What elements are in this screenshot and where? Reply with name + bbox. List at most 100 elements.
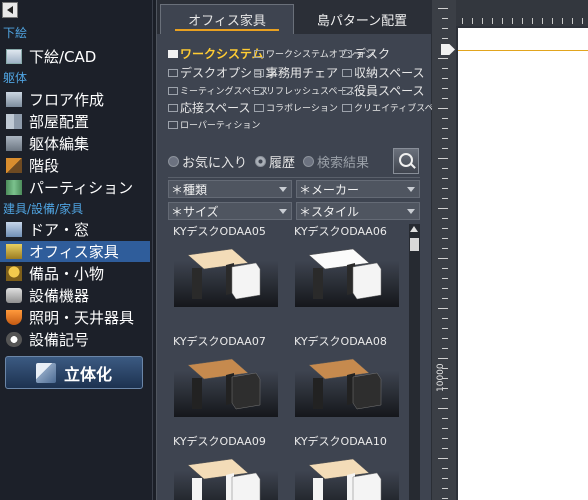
scroll-up-icon[interactable]	[410, 226, 418, 232]
ruler-tick	[438, 208, 448, 209]
folder-icon	[168, 103, 178, 112]
sidebar-item-label: 階段	[29, 157, 60, 175]
category-desk[interactable]: デスク	[342, 45, 390, 62]
history-filter[interactable]: 履歴	[255, 152, 295, 171]
ruler-tick	[438, 108, 448, 109]
floor-icon	[6, 92, 22, 107]
search-results-filter[interactable]: 検索結果	[303, 152, 369, 171]
ruler-tick	[442, 78, 448, 79]
goods-icon	[6, 266, 22, 281]
category-low-partition[interactable]: ローパーティション	[168, 118, 260, 131]
product-card[interactable]: KYデスクODAA05	[168, 224, 286, 307]
folder-icon	[168, 86, 178, 95]
product-card[interactable]: KYデスクODAA06	[289, 224, 407, 307]
sidebar-item-label: 設備機器	[29, 287, 90, 305]
sidebar-item-label: 照明・天井器具	[29, 309, 135, 327]
category-executive[interactable]: 役員スペース	[342, 82, 425, 99]
frame-edit-icon	[6, 136, 22, 151]
category-storage[interactable]: 収納スペース	[342, 64, 425, 81]
product-thumbnail	[295, 351, 399, 417]
sidebar-item-stairs[interactable]: 階段	[0, 155, 150, 176]
sidebar-item-label: 下絵/CAD	[29, 48, 97, 66]
style-dropdown[interactable]: ＊スタイル	[296, 202, 420, 220]
product-card[interactable]: KYデスクODAA07	[168, 334, 286, 417]
sidebar-item-equipment[interactable]: 設備機器	[0, 285, 150, 306]
sidebar-item-label: フロア作成	[29, 91, 105, 109]
scroll-thumb[interactable]	[410, 238, 419, 251]
category-refresh[interactable]: リフレッシュスペース	[254, 84, 355, 97]
ruler-tick	[442, 88, 448, 89]
category-work-system[interactable]: ワークシステム	[168, 45, 264, 62]
ruler-tick	[442, 498, 448, 499]
render-3d-button[interactable]: 立体化	[5, 356, 143, 389]
category-office-chair[interactable]: 事務用チェア	[254, 64, 338, 81]
collapse-sidebar-button[interactable]	[2, 2, 18, 18]
left-sidebar: 下絵 下絵/CAD 躯体 フロア作成 部屋配置 躯体編集 階段 パーティション …	[0, 0, 153, 500]
product-scrollbar[interactable]	[409, 224, 420, 500]
product-thumbnail	[295, 241, 399, 307]
clock-icon	[255, 155, 267, 167]
ceiling-light-icon	[6, 310, 22, 325]
sidebar-item-floor[interactable]: フロア作成	[0, 89, 150, 110]
sidebar-item-cad[interactable]: 下絵/CAD	[0, 46, 150, 67]
render-3d-label: 立体化	[63, 364, 112, 384]
folder-icon	[342, 68, 352, 77]
maker-dropdown[interactable]: ＊メーカー	[296, 180, 420, 198]
sidebar-item-room[interactable]: 部屋配置	[0, 111, 150, 132]
section-fixtures: 建具/設備/家具	[3, 202, 84, 216]
chevron-down-icon	[407, 187, 415, 192]
drawing-page[interactable]	[458, 28, 588, 500]
favorites-filter[interactable]: お気に入り	[168, 152, 247, 171]
product-name: KYデスクODAA05	[173, 225, 266, 238]
ruler-tick	[572, 18, 573, 24]
size-dropdown[interactable]: ＊サイズ	[168, 202, 292, 220]
sidebar-item-office-furniture[interactable]: オフィス家具	[0, 241, 150, 262]
horizontal-ruler	[456, 0, 588, 26]
product-name: KYデスクODAA09	[173, 435, 266, 448]
product-card[interactable]: KYデスクODAA08	[289, 334, 407, 417]
sidebar-item-symbol[interactable]: 設備記号	[0, 329, 150, 350]
ruler-tick	[442, 248, 448, 249]
ruler-tick	[438, 8, 448, 9]
folder-icon	[254, 103, 264, 112]
ruler-tick	[438, 258, 448, 259]
ruler-tick	[442, 28, 448, 29]
vertical-ruler: 10000	[432, 0, 456, 500]
partition-icon	[6, 180, 22, 195]
folder-icon	[168, 49, 178, 58]
ruler-tick	[442, 288, 448, 289]
sidebar-item-door-window[interactable]: ドア・窓	[0, 219, 150, 240]
ruler-tick	[442, 198, 448, 199]
sidebar-item-label: 備品・小物	[29, 265, 105, 283]
ruler-tick	[442, 238, 448, 239]
sidebar-item-lighting[interactable]: 照明・天井器具	[0, 307, 150, 328]
drawing-canvas[interactable]: 10000	[432, 0, 588, 500]
ruler-tick	[442, 438, 448, 439]
folder-icon	[254, 49, 264, 58]
product-card[interactable]: KYデスクODAA10	[289, 434, 407, 500]
sidebar-item-frame-edit[interactable]: 躯体編集	[0, 133, 150, 154]
desk-render-icon	[187, 358, 261, 410]
sidebar-item-partition[interactable]: パーティション	[0, 177, 150, 198]
tab-office-furniture[interactable]: オフィス家具	[160, 4, 294, 34]
desk-render-icon	[187, 248, 261, 300]
ruler-tick	[438, 458, 448, 459]
folder-icon	[168, 120, 178, 129]
ruler-tick	[502, 18, 503, 24]
product-name: KYデスクODAA08	[294, 335, 387, 348]
category-reception[interactable]: 応接スペース	[168, 99, 251, 116]
ruler-tick	[442, 418, 448, 419]
ruler-tick	[542, 18, 543, 24]
category-collaboration[interactable]: コラボレーション	[254, 101, 338, 114]
type-dropdown[interactable]: ＊種類	[168, 180, 292, 198]
chevron-down-icon	[407, 209, 415, 214]
sidebar-item-label: 躯体編集	[29, 135, 90, 153]
search-result-icon	[303, 155, 315, 167]
search-button[interactable]	[393, 148, 419, 174]
cad-icon	[6, 49, 22, 64]
ruler-tick	[472, 18, 473, 24]
tab-island-pattern[interactable]: 島パターン配置	[295, 4, 429, 34]
ruler-tick	[442, 268, 448, 269]
sidebar-item-goods[interactable]: 備品・小物	[0, 263, 150, 284]
product-card[interactable]: KYデスクODAA09	[168, 434, 286, 500]
